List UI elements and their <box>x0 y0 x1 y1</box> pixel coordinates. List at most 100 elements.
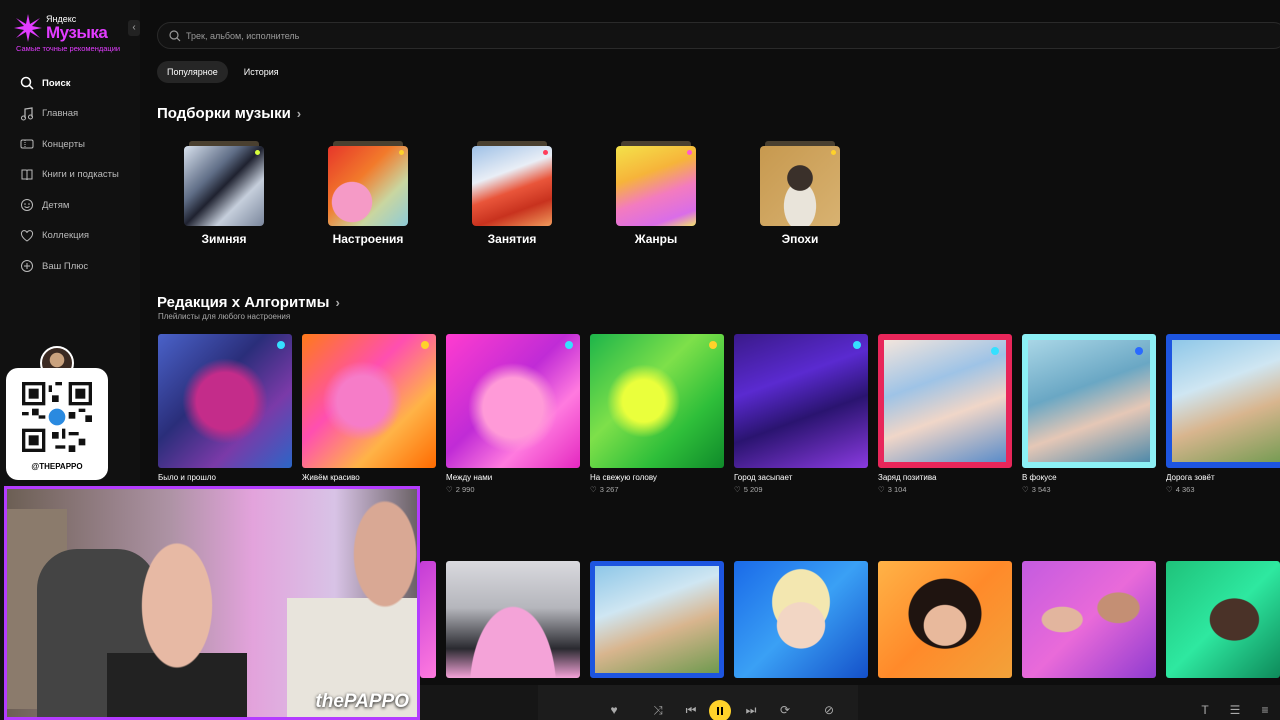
webcam-person <box>107 539 247 717</box>
sidebar-item-books[interactable]: Книги и подкасты <box>20 160 119 191</box>
previous-icon[interactable]: ⏮ <box>684 703 698 717</box>
spark-icon <box>853 341 861 349</box>
playlist-card[interactable]: Между нами ♡ 2 990 <box>446 334 580 494</box>
sidebar-item-concerts[interactable]: Концерты <box>20 129 119 160</box>
logo[interactable]: Яндекс Музыка Самые точные рекомендации <box>12 12 132 56</box>
playlist-title: Заряд позитива <box>878 473 937 482</box>
playlist-card[interactable]: Заряд позитива ♡ 3 104 <box>878 334 1012 494</box>
webcam-brand: thePAPPO <box>315 691 409 712</box>
playlist-title: Дорога зовёт <box>1166 473 1215 482</box>
badge-dot <box>543 150 548 155</box>
chevron-right-icon: › <box>296 106 302 121</box>
collections-heading[interactable]: Подборки музыки › <box>157 105 301 122</box>
next-icon[interactable]: ⏭ <box>744 703 758 717</box>
release-card[interactable] <box>590 561 724 678</box>
plus-circle-icon <box>21 260 33 273</box>
repeat-icon[interactable]: ⟳ <box>778 703 792 717</box>
tab-history[interactable]: История <box>234 61 289 83</box>
lyrics-icon[interactable]: T <box>1198 703 1212 717</box>
collection-label: Занятия <box>487 232 537 246</box>
playlist-title: Было и прошло <box>158 473 216 482</box>
player-controls <box>538 685 858 720</box>
player-bar: ♥ ⤨ ⏮ ⏭ ⟳ ⊘ T ☰ ≡ <box>420 685 1280 720</box>
likes-count: 5 209 <box>743 485 763 494</box>
search-input[interactable] <box>186 23 786 48</box>
collection-cover <box>760 146 840 226</box>
collection-cover <box>472 146 552 226</box>
editorial-heading[interactable]: Редакция x Алгоритмы › <box>157 294 340 311</box>
playlist-cover <box>878 334 1012 468</box>
pause-button[interactable] <box>709 700 731 720</box>
logo-music-text: Музыка <box>46 23 108 42</box>
book-icon <box>21 169 33 180</box>
heart-icon <box>20 229 34 242</box>
music-note-icon <box>21 107 33 121</box>
playlist-cover <box>1022 334 1156 468</box>
sidebar-item-plus[interactable]: Ваш Плюс <box>20 251 119 282</box>
playlist-likes: ♡ 3 104 <box>878 485 1012 494</box>
likes-count: 3 543 <box>1031 485 1051 494</box>
release-card[interactable] <box>734 561 868 678</box>
search-tabs: Популярное История <box>157 61 289 83</box>
collection-cover <box>616 146 696 226</box>
playlist-card[interactable]: Дорога зовёт ♡ 4 363 <box>1166 334 1280 494</box>
playlist-cover <box>1166 334 1280 468</box>
qr-code-icon <box>22 382 92 452</box>
playlist-card[interactable]: На свежую голову ♡ 3 267 <box>590 334 724 494</box>
spark-icon <box>277 341 285 349</box>
collections-title: Подборки музыки <box>157 105 291 122</box>
spark-icon <box>1135 347 1143 355</box>
queue-icon[interactable]: ☰ <box>1228 703 1242 717</box>
settings-sliders-icon[interactable]: ≡ <box>1258 703 1272 717</box>
playlist-cover <box>734 334 868 468</box>
dislike-icon[interactable]: ⊘ <box>822 703 836 717</box>
heart-icon: ♡ <box>446 485 453 494</box>
sidebar-item-search[interactable]: Поиск <box>20 68 119 99</box>
qr-card: @THEPAPPO <box>6 368 108 480</box>
search-bar[interactable] <box>157 22 1280 49</box>
playlist-cover <box>590 334 724 468</box>
release-card[interactable] <box>1022 561 1156 678</box>
sidebar-nav: Поиск Главная Концерты Книги и подкасты … <box>20 68 119 282</box>
like-icon[interactable]: ♥ <box>607 703 621 717</box>
playlist-card[interactable]: Город засыпает ♡ 5 209 <box>734 334 868 494</box>
playlist-likes: ♡ 3 267 <box>590 485 724 494</box>
shuffle-icon[interactable]: ⤨ <box>651 703 665 717</box>
editorial-subtitle: Плейлисты для любого настроения <box>158 312 291 321</box>
playlist-title: Между нами <box>446 473 493 482</box>
sidebar-item-label: Ваш Плюс <box>42 260 89 272</box>
tab-popular[interactable]: Популярное <box>157 61 228 83</box>
badge-dot <box>831 150 836 155</box>
playlist-likes: ♡ 3 543 <box>1022 485 1156 494</box>
editorial-title: Редакция x Алгоритмы <box>157 294 330 311</box>
playlist-card[interactable]: Было и прошло <box>158 334 292 482</box>
sidebar-item-home[interactable]: Главная <box>20 99 119 130</box>
chevron-right-icon: › <box>335 295 340 310</box>
heart-icon: ♡ <box>734 485 741 494</box>
spark-icon <box>421 341 429 349</box>
spark-icon <box>709 341 717 349</box>
kids-icon <box>21 199 33 212</box>
sidebar-item-kids[interactable]: Детям <box>20 190 119 221</box>
webcam-overlay: thePAPPO <box>4 486 420 720</box>
collapse-sidebar-button[interactable]: ‹ <box>128 20 140 36</box>
release-card[interactable] <box>1166 561 1280 678</box>
playlist-cover <box>302 334 436 468</box>
webcam-person <box>287 499 417 717</box>
playlist-likes: ♡ 2 990 <box>446 485 580 494</box>
pause-icon <box>717 707 723 715</box>
playlist-card[interactable]: В фокусе ♡ 3 543 <box>1022 334 1156 494</box>
sidebar-item-label: Концерты <box>42 138 85 150</box>
playlist-title: В фокусе <box>1022 473 1057 482</box>
sidebar-item-label: Детям <box>42 199 70 211</box>
heart-icon: ♡ <box>878 485 885 494</box>
likes-count: 2 990 <box>455 485 475 494</box>
release-card[interactable] <box>420 561 436 678</box>
playlist-card[interactable]: Живём красиво <box>302 334 436 482</box>
release-card[interactable] <box>446 561 580 678</box>
sidebar-item-collection[interactable]: Коллекция <box>20 221 119 252</box>
collection-label: Эпохи <box>781 232 819 246</box>
release-card[interactable] <box>878 561 1012 678</box>
search-icon <box>20 77 34 90</box>
sidebar-item-label: Главная <box>42 108 79 120</box>
